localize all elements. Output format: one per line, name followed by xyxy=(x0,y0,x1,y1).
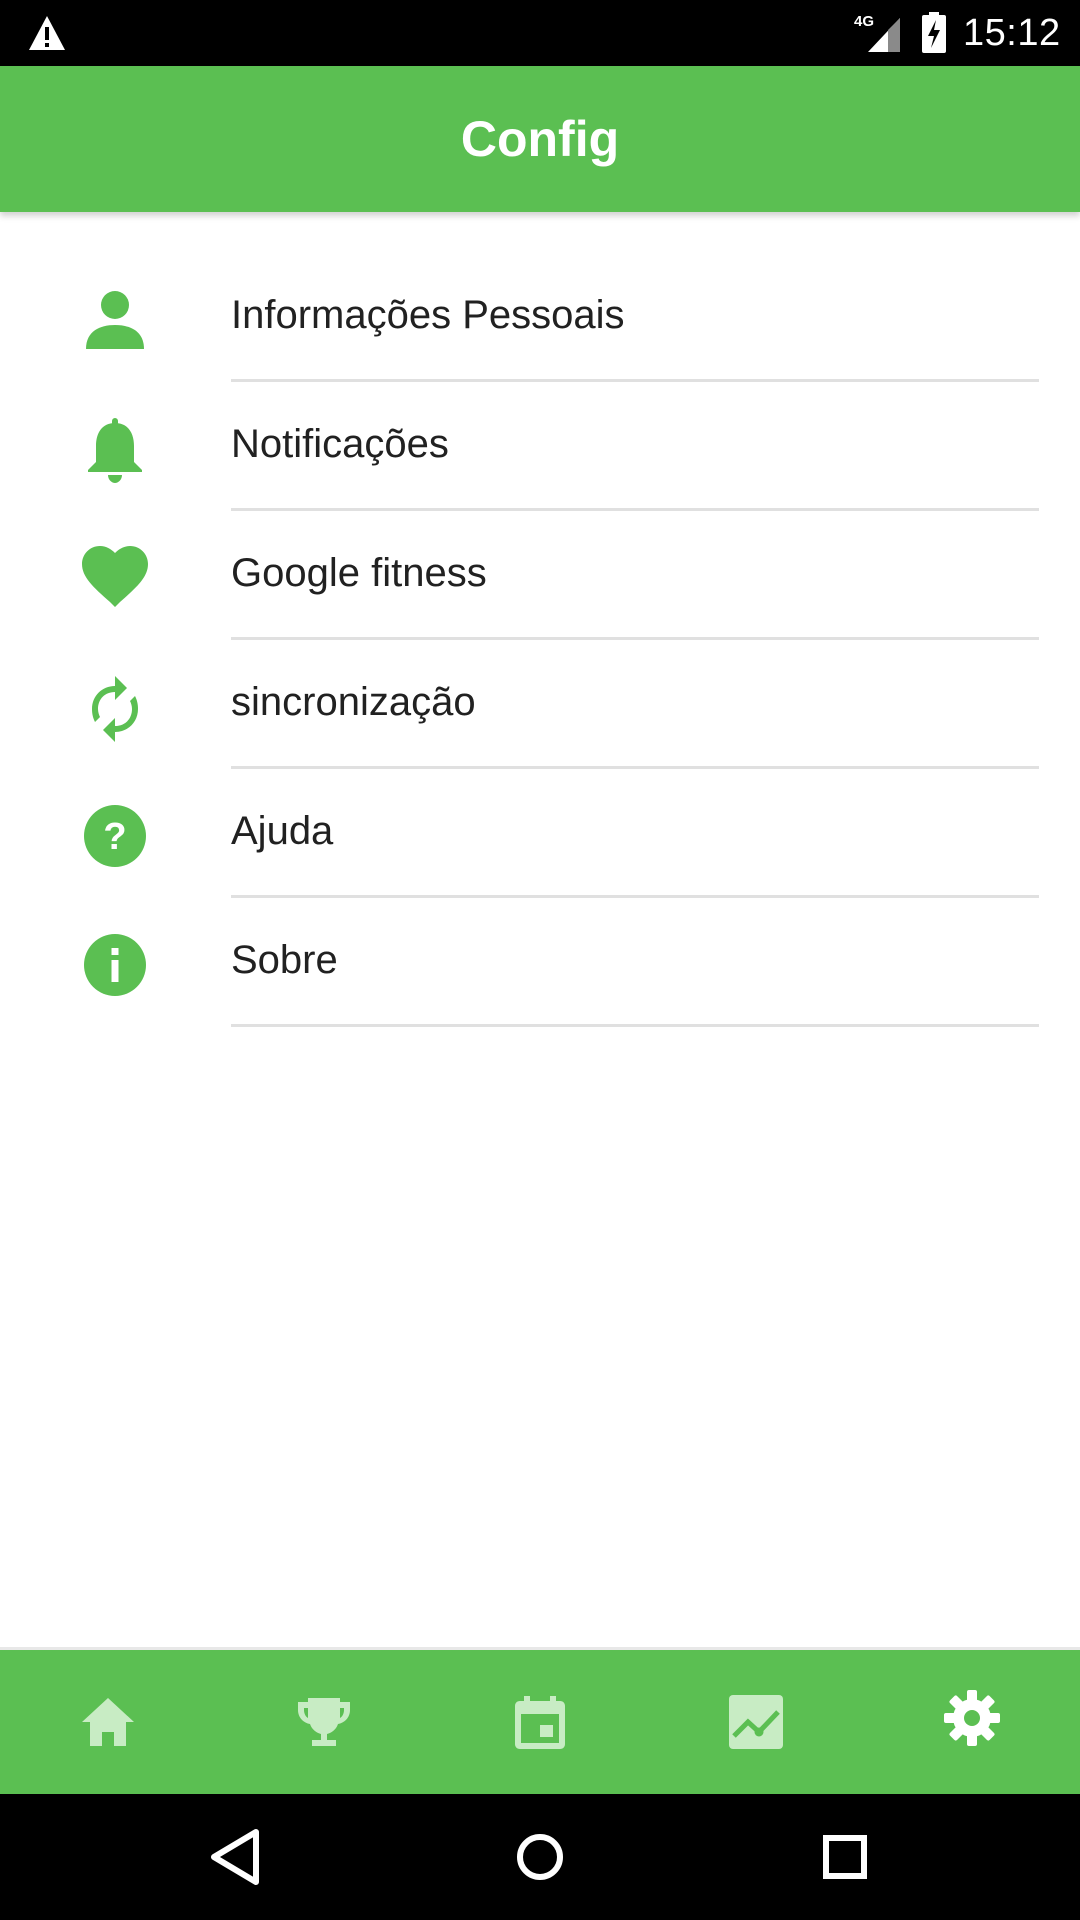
settings-item-notifications[interactable]: Notificações xyxy=(0,382,1080,511)
trophy-icon xyxy=(298,1698,350,1746)
home-icon xyxy=(82,1698,134,1746)
settings-item-label: Ajuda xyxy=(231,809,334,853)
nav-calendar[interactable] xyxy=(432,1650,648,1797)
help-circle-icon: ? xyxy=(80,801,150,871)
screen: 4G 15:12 Config Informações Pessoais Not… xyxy=(0,0,1080,1920)
back-icon[interactable] xyxy=(202,1822,272,1892)
nav-charts[interactable] xyxy=(648,1650,864,1797)
settings-item-personal-info[interactable]: Informações Pessoais xyxy=(0,253,1080,382)
settings-item-label: Sobre xyxy=(231,938,338,982)
nav-settings[interactable] xyxy=(864,1650,1080,1797)
person-icon xyxy=(80,285,150,355)
signal-icon: 4G xyxy=(854,13,900,52)
app-bar: Config xyxy=(0,66,1080,212)
battery-charging-icon xyxy=(922,12,946,53)
chart-icon xyxy=(729,1695,783,1749)
page-title: Config xyxy=(460,111,620,167)
nav-achievements[interactable] xyxy=(216,1650,432,1797)
recents-icon[interactable] xyxy=(810,1822,880,1892)
info-circle-icon xyxy=(80,930,150,1000)
gear-icon xyxy=(944,1690,1000,1746)
settings-item-help[interactable]: ? Ajuda xyxy=(0,769,1080,898)
sync-icon xyxy=(80,672,150,742)
settings-item-label: Google fitness xyxy=(231,551,487,595)
status-time: 15:12 xyxy=(963,12,1061,54)
settings-item-sync[interactable]: sincronização xyxy=(0,640,1080,769)
bell-icon xyxy=(80,414,150,484)
warning-icon xyxy=(29,16,65,50)
calendar-icon xyxy=(515,1696,565,1749)
settings-item-about[interactable]: Sobre xyxy=(0,898,1080,1027)
system-nav-bar xyxy=(0,1794,1080,1920)
status-bar: 4G 15:12 xyxy=(0,0,1080,66)
heart-icon xyxy=(80,543,150,613)
nav-home[interactable] xyxy=(0,1650,216,1797)
divider xyxy=(231,1024,1039,1027)
home-circle-icon[interactable] xyxy=(505,1822,575,1892)
network-type-label: 4G xyxy=(854,13,874,30)
settings-item-google-fitness[interactable]: Google fitness xyxy=(0,511,1080,640)
bottom-nav xyxy=(0,1647,1080,1794)
settings-item-label: Informações Pessoais xyxy=(231,293,625,337)
svg-text:?: ? xyxy=(103,816,126,858)
settings-item-label: Notificações xyxy=(231,422,449,466)
settings-item-label: sincronização xyxy=(231,680,476,724)
